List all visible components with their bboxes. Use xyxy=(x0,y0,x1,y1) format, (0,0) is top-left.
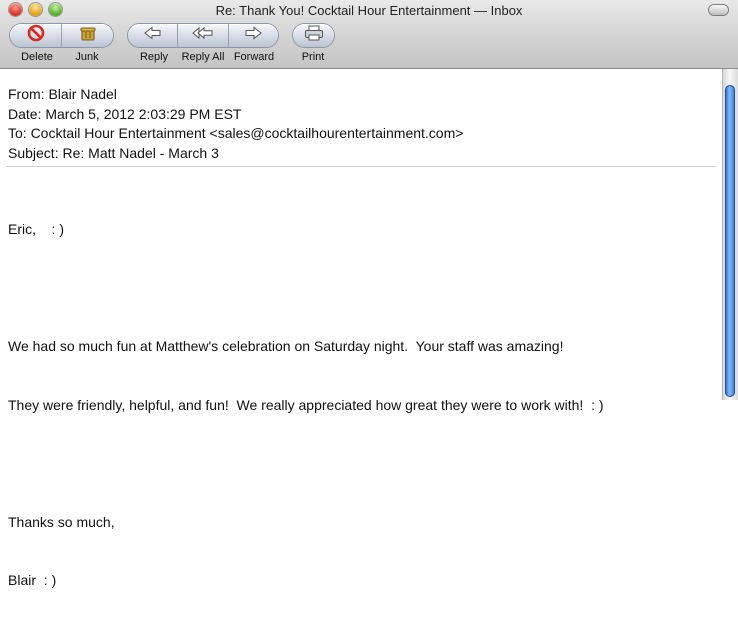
print-button-face xyxy=(293,24,334,47)
reply-button[interactable] xyxy=(128,24,177,47)
forward-button[interactable] xyxy=(227,24,278,47)
date-header: Date: March 5, 2012 2:03:29 PM EST xyxy=(8,105,242,122)
toolbar-toggle-button[interactable] xyxy=(709,5,728,15)
delete-icon xyxy=(27,24,45,47)
window-title: Re: Thank You! Cocktail Hour Entertainme… xyxy=(215,3,523,18)
print-button[interactable] xyxy=(293,24,334,47)
message-headers: From: Blair Nadel Date: March 5, 2012 2:… xyxy=(8,85,463,163)
body-line-1: We had so much fun at Matthew's celebrat… xyxy=(8,338,564,354)
junk-label: Junk xyxy=(75,51,99,63)
message-view: From: Blair Nadel Date: March 5, 2012 2:… xyxy=(0,69,722,588)
body-line-2: They were friendly, helpful, and fun! We… xyxy=(8,396,604,413)
print-icon xyxy=(304,25,324,46)
reply-icon xyxy=(143,26,162,45)
reply-all-button[interactable] xyxy=(177,24,227,47)
delete-junk-group xyxy=(10,24,113,47)
junk-button[interactable] xyxy=(61,24,113,47)
reply-label: Reply xyxy=(139,51,169,63)
from-header: From: Blair Nadel xyxy=(8,86,117,102)
body-greeting: Eric, : ) xyxy=(8,221,64,237)
window-titlebar: Re: Thank You! Cocktail Hour Entertainme… xyxy=(0,0,738,69)
delete-button[interactable] xyxy=(10,24,61,47)
body-signature: Blair : ) xyxy=(8,572,57,588)
junk-icon xyxy=(79,24,97,47)
reply-all-label: Reply All xyxy=(181,51,225,63)
print-label: Print xyxy=(301,51,325,63)
scrollbar-thumb[interactable] xyxy=(725,85,735,397)
delete-label: Delete xyxy=(21,51,53,63)
subject-header: Subject: Re: Matt Nadel - March 3 xyxy=(8,144,219,161)
reply-forward-group xyxy=(128,24,278,47)
to-header[interactable]: To: Cocktail Hour Entertainment <sales@c… xyxy=(8,124,463,144)
message-body: Eric, : ) We had so much fun at Matthew'… xyxy=(8,181,604,630)
vertical-scrollbar[interactable] xyxy=(722,69,738,400)
body-closing: Thanks so much, xyxy=(8,513,115,530)
reply-all-icon xyxy=(192,26,214,45)
forward-label: Forward xyxy=(233,51,275,63)
forward-icon xyxy=(244,26,263,45)
header-divider xyxy=(6,166,716,167)
